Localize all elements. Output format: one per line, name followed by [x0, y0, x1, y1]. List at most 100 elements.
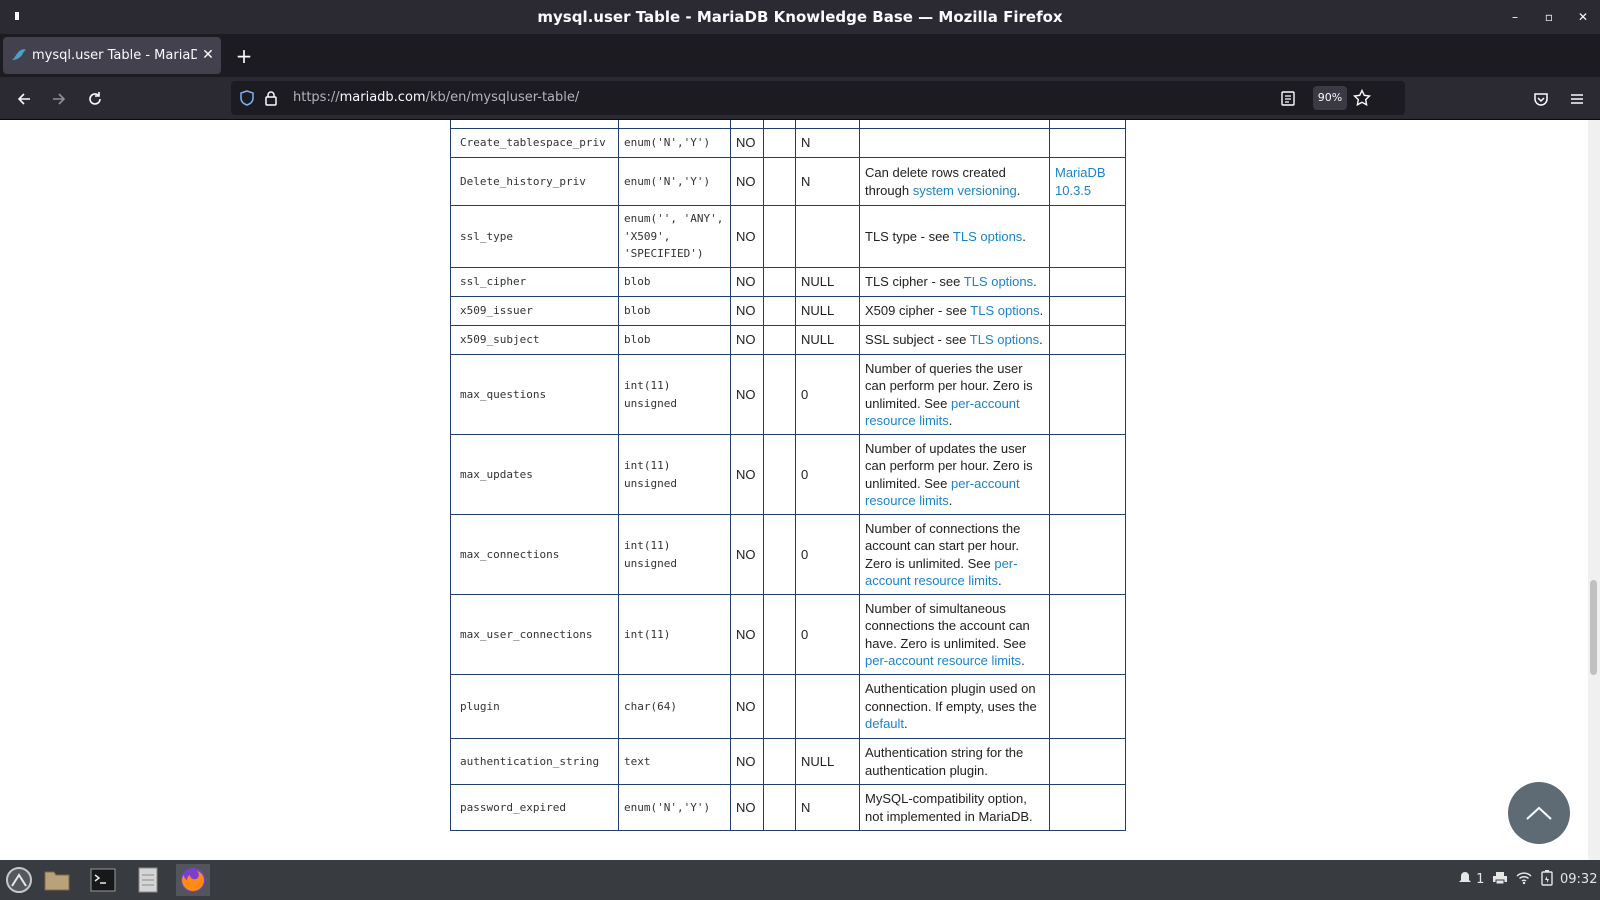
terminal-button[interactable] — [86, 864, 120, 896]
back-to-top-button[interactable] — [1508, 782, 1570, 844]
zoom-level-button[interactable]: 90% — [1313, 86, 1347, 110]
desc-cell: statements. — [859, 120, 1050, 129]
doc-link[interactable]: TLS options — [953, 229, 1022, 244]
chevron-up-icon — [1526, 806, 1552, 820]
taskbar: 1 09:32 — [0, 860, 1600, 900]
table-row: max_user_connections int(11) NO 0 Number of … — [450, 594, 1126, 675]
page-scrollbar[interactable] — [1588, 120, 1600, 860]
archive-manager-button[interactable] — [131, 864, 165, 896]
table-row: password_expired enum('N','Y') NO N MySQL-co… — [450, 784, 1126, 831]
description-text: Number of simultaneous connections the a… — [865, 600, 1030, 651]
field-type-cell: blob — [618, 325, 731, 355]
table-row: ssl_type enum('', 'ANY', 'X509', 'SPECIFI… — [450, 205, 1126, 268]
clock: 09:32 — [1560, 872, 1598, 887]
url-text[interactable]: https://mariadb.com/kb/en/mysqluser-tabl… — [293, 81, 579, 115]
description-cell: MySQL-compatibility option, not implemen… — [859, 784, 1050, 831]
table-row: Delete_history_priv enum('N','Y') NO N Can d… — [450, 157, 1126, 206]
null-cell: NO — [730, 205, 764, 268]
table-row: ssl_cipher blob NO NULL TLS cipher - see TLS… — [450, 267, 1126, 297]
description-cell — [859, 128, 1050, 158]
field-name-cell: authentication_string — [450, 738, 619, 785]
field-type-cell: text — [618, 738, 731, 785]
system-menu-icon — [6, 867, 32, 893]
doc-link[interactable]: default — [865, 716, 904, 731]
key-cell — [763, 157, 796, 206]
null-cell: NO — [730, 738, 764, 785]
default-cell: N — [795, 784, 860, 831]
description-text: . — [1039, 303, 1044, 319]
introduced-cell — [1049, 674, 1126, 739]
introduced-cell — [1049, 514, 1126, 595]
close-tab-icon[interactable]: ✕ — [199, 37, 217, 74]
default-cell: N — [795, 157, 860, 206]
notification-count: 1 — [1476, 872, 1485, 887]
bookmark-star-icon[interactable] — [1353, 89, 1371, 107]
description-text: . — [1022, 228, 1026, 244]
description-cell: Authentication plugin used on connection… — [859, 674, 1050, 739]
file-manager-button[interactable] — [40, 864, 74, 896]
maximize-button[interactable]: ▫ — [1532, 0, 1566, 34]
minimize-button[interactable]: – — [1498, 0, 1532, 34]
doc-link[interactable]: system versioning — [913, 183, 1017, 198]
null-cell: NO — [730, 354, 764, 435]
description-cell: X509 cipher - see TLS options. — [859, 296, 1050, 326]
introduced-cell[interactable]: MariaDB 10.3.5 — [1049, 157, 1126, 206]
address-bar[interactable]: https://mariadb.com/kb/en/mysqluser-tabl… — [231, 81, 1405, 115]
introduced-cell — [1049, 128, 1126, 158]
table-row-partial: statements. — [450, 120, 1126, 129]
battery-tray-item[interactable] — [1540, 860, 1554, 900]
page-content: statements. Create_tablespace_privenum('… — [0, 120, 1600, 860]
default-cell: NULL — [795, 267, 860, 297]
description-cell: Authentication string for the authentica… — [859, 738, 1050, 785]
introduced-cell — [1049, 205, 1126, 268]
app-menu-button[interactable] — [1562, 84, 1592, 114]
field-type-cell: int(11) unsigned — [618, 434, 731, 515]
close-window-button[interactable]: ✕ — [1566, 0, 1600, 34]
table-row: max_questions int(11) unsigned NO 0 Number o… — [450, 354, 1126, 435]
key-cell — [763, 594, 796, 675]
key-cell — [763, 514, 796, 595]
start-menu-button[interactable] — [2, 864, 36, 896]
description-text: Authentication string for the authentica… — [865, 745, 1024, 778]
version-link[interactable]: MariaDB 10.3.5 — [1055, 165, 1106, 198]
doc-link[interactable]: TLS options — [970, 332, 1039, 347]
reader-view-icon[interactable] — [1281, 91, 1295, 106]
tab-mysql-user-table[interactable]: mysql.user Table - MariaDB ✕ — [3, 37, 221, 74]
reload-button[interactable] — [80, 84, 110, 114]
field-type-cell: blob — [618, 267, 731, 297]
doc-link[interactable]: per-account resource limits — [865, 653, 1021, 668]
field-type-cell: int(11) unsigned — [618, 354, 731, 435]
table-row: x509_subject blob NO NULL SSL subject - see … — [450, 325, 1126, 355]
doc-link[interactable]: TLS options — [964, 274, 1033, 289]
key-cell — [763, 434, 796, 515]
notifications-tray-item[interactable]: 1 — [1458, 860, 1484, 900]
back-button[interactable] — [9, 84, 39, 114]
description-text: SSL subject - see — [865, 332, 970, 348]
introduced-cell — [1049, 325, 1126, 355]
key-cell — [763, 354, 796, 435]
pocket-button[interactable] — [1526, 84, 1556, 114]
key-cell — [763, 784, 796, 831]
key-cell — [763, 128, 796, 158]
printer-tray-item[interactable] — [1492, 860, 1508, 900]
field-name-cell: x509_subject — [450, 325, 619, 355]
introduced-cell — [1049, 738, 1126, 785]
lock-icon[interactable] — [264, 90, 278, 106]
new-tab-button[interactable]: + — [232, 44, 256, 68]
description-text: TLS cipher - see — [865, 274, 964, 290]
terminal-icon — [90, 868, 116, 892]
null-cell: NO — [730, 514, 764, 595]
doc-link[interactable]: TLS options — [970, 303, 1039, 318]
battery-icon — [1541, 870, 1553, 886]
reload-icon — [89, 92, 101, 105]
arrow-right-icon — [53, 93, 66, 105]
firefox-taskbar-button[interactable] — [176, 864, 210, 896]
forward-button[interactable] — [44, 84, 74, 114]
wifi-icon — [1516, 872, 1532, 885]
wifi-tray-item[interactable] — [1516, 860, 1532, 900]
default-cell — [795, 674, 860, 739]
tracking-shield-icon[interactable] — [239, 90, 255, 106]
scrollbar-thumb[interactable] — [1590, 580, 1597, 675]
introduced-cell — [1049, 354, 1126, 435]
key-cell — [763, 325, 796, 355]
